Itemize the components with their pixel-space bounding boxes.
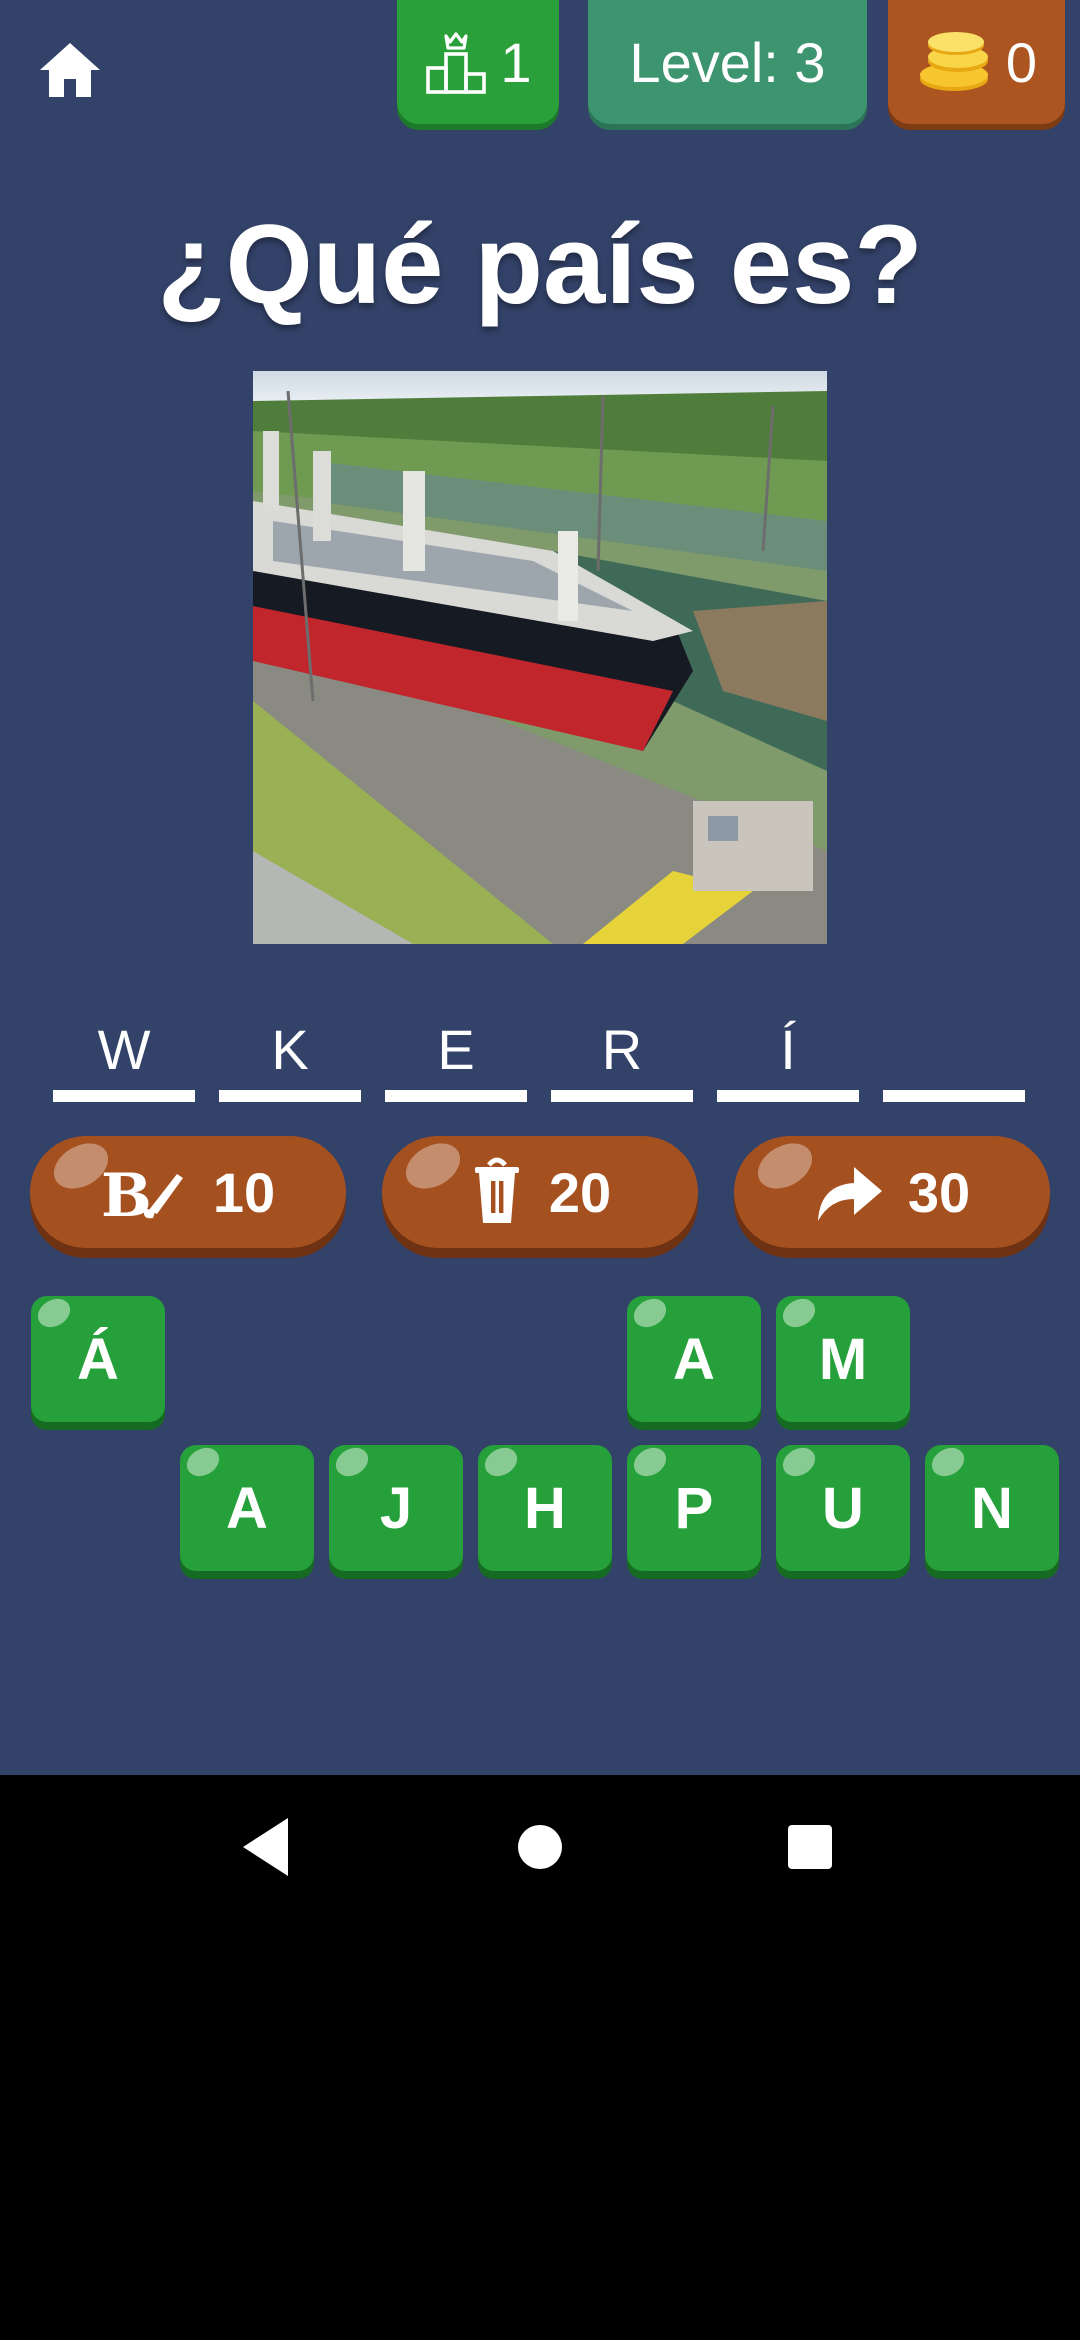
rank-value: 1 bbox=[500, 30, 532, 94]
level-badge: Level: 3 bbox=[588, 0, 867, 124]
letter-tile[interactable]: Á bbox=[31, 1296, 165, 1422]
letter-tile-label: A bbox=[673, 1326, 715, 1392]
skip-arrow-icon bbox=[817, 1167, 882, 1221]
answer-slot-underline bbox=[219, 1090, 361, 1102]
system-navigation-bar bbox=[0, 1775, 1080, 1920]
answer-slot-letter: Í bbox=[780, 1018, 796, 1081]
tile-gloss bbox=[628, 1445, 672, 1482]
tile-gloss bbox=[181, 1445, 225, 1482]
tile-gloss bbox=[926, 1445, 970, 1482]
home-button[interactable] bbox=[34, 34, 106, 106]
answer-slot-letter: R bbox=[601, 1018, 643, 1081]
letter-tile[interactable]: A bbox=[180, 1445, 314, 1571]
answer-slot-letter: E bbox=[437, 1018, 475, 1081]
answer-slot-underline bbox=[551, 1090, 693, 1102]
answer-slot-underline bbox=[385, 1090, 527, 1102]
remove-letters-hint-button[interactable]: 20 bbox=[382, 1136, 698, 1248]
coins-icon bbox=[919, 32, 988, 91]
letter-tile[interactable]: N bbox=[925, 1445, 1059, 1571]
answer-slot[interactable]: W bbox=[53, 1010, 195, 1102]
hint-cost: 20 bbox=[548, 1160, 612, 1224]
tile-gloss bbox=[628, 1296, 672, 1333]
letter-tile[interactable]: P bbox=[627, 1445, 761, 1571]
letter-tile-label: A bbox=[226, 1475, 268, 1541]
quiz-photo bbox=[253, 371, 827, 944]
ranking-button[interactable]: 1 bbox=[397, 0, 559, 124]
letter-tile-label: J bbox=[379, 1475, 413, 1541]
coins-value: 0 bbox=[1005, 30, 1038, 94]
letter-tile-label: U bbox=[822, 1475, 864, 1541]
answer-slot-underline bbox=[883, 1090, 1025, 1102]
letter-tile-label: M bbox=[818, 1326, 868, 1392]
back-icon[interactable] bbox=[243, 1818, 288, 1876]
button-gloss bbox=[749, 1136, 821, 1198]
letter-tile-label: Á bbox=[77, 1326, 119, 1392]
answer-slot[interactable]: Í bbox=[717, 1010, 859, 1102]
button-gloss bbox=[397, 1136, 469, 1198]
letter-tile-label: H bbox=[524, 1475, 566, 1541]
letter-tile[interactable]: U bbox=[776, 1445, 910, 1571]
answer-slot[interactable] bbox=[883, 1010, 1025, 1102]
hint-cost: 30 bbox=[907, 1160, 971, 1224]
letter-tile[interactable]: A bbox=[627, 1296, 761, 1422]
tile-gloss bbox=[32, 1296, 76, 1333]
coins-button[interactable]: 0 bbox=[888, 0, 1065, 124]
tile-gloss bbox=[479, 1445, 523, 1482]
tile-gloss bbox=[777, 1296, 821, 1333]
letter-tile[interactable]: M bbox=[776, 1296, 910, 1422]
recents-icon[interactable] bbox=[788, 1825, 832, 1869]
podium-icon bbox=[426, 32, 487, 94]
game-screen: 1 Level: 3 0 ¿Qué país es? W K E R Í B 1… bbox=[0, 0, 1080, 1775]
letter-tile-label: N bbox=[971, 1475, 1013, 1541]
tile-gloss bbox=[330, 1445, 374, 1482]
home-icon bbox=[40, 43, 100, 97]
question-title: ¿Qué país es? bbox=[157, 202, 923, 327]
home-nav-icon[interactable] bbox=[518, 1825, 562, 1869]
trash-bin-icon bbox=[474, 1157, 519, 1223]
answer-slot-letter: K bbox=[271, 1018, 309, 1081]
answer-slot[interactable]: K bbox=[219, 1010, 361, 1102]
answer-slot[interactable]: E bbox=[385, 1010, 527, 1102]
skip-level-hint-button[interactable]: 30 bbox=[734, 1136, 1050, 1248]
answer-slot-underline bbox=[717, 1090, 859, 1102]
paint-brush-icon: B bbox=[101, 1162, 183, 1222]
answer-slot-letter: W bbox=[97, 1018, 151, 1081]
level-label: Level: 3 bbox=[629, 30, 826, 94]
letter-tile[interactable]: H bbox=[478, 1445, 612, 1571]
hint-cost: 10 bbox=[212, 1160, 276, 1224]
letter-tile[interactable]: J bbox=[329, 1445, 463, 1571]
tile-gloss bbox=[777, 1445, 821, 1482]
answer-slot-underline bbox=[53, 1090, 195, 1102]
letter-tile-label: P bbox=[674, 1475, 714, 1541]
reveal-letter-hint-button[interactable]: B 10 bbox=[30, 1136, 346, 1248]
answer-slot[interactable]: R bbox=[551, 1010, 693, 1102]
